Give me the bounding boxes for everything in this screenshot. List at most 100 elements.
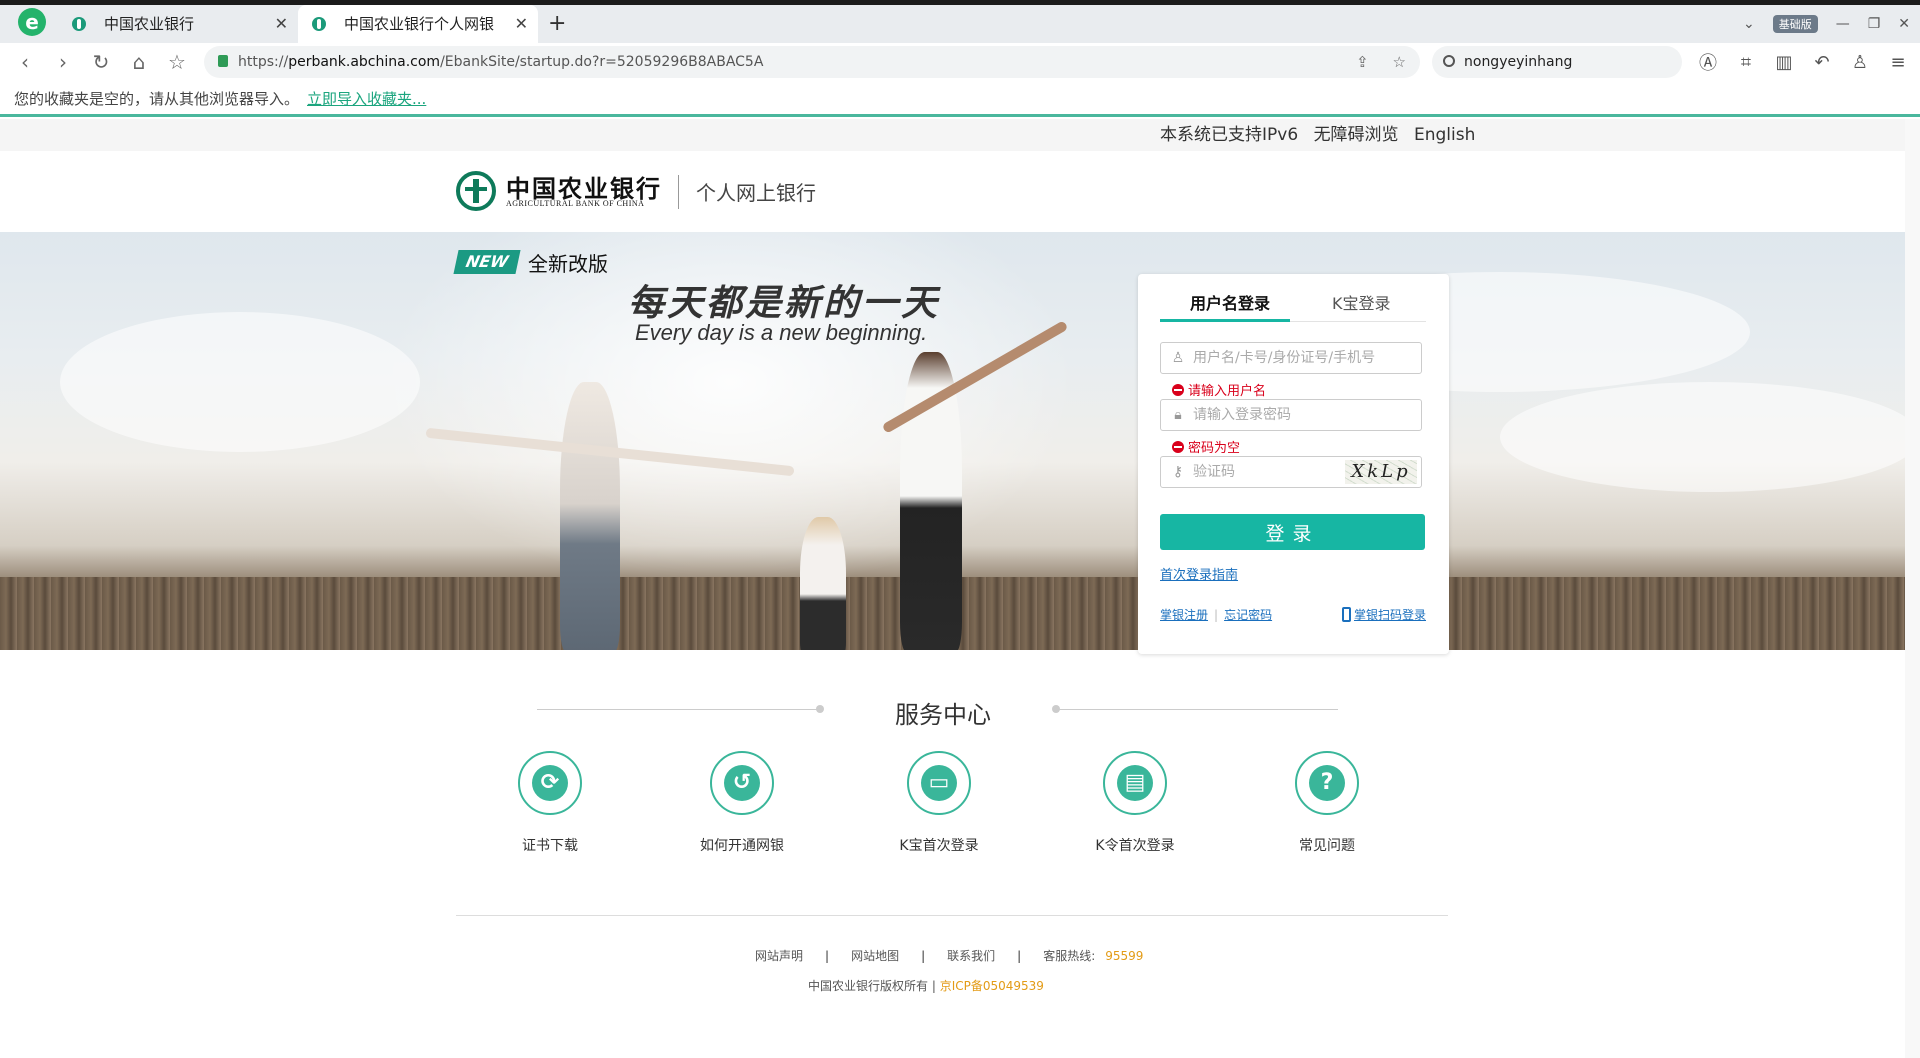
minimize-icon[interactable]: — (1836, 16, 1850, 32)
ipv6-notice: 本系统已支持IPv6 (1160, 125, 1299, 145)
footer-links: 网站声明 | 网站地图 | 联系我们 | 客服热线: 95599 (755, 949, 1144, 963)
menu-icon[interactable]: ≡ (1886, 52, 1910, 73)
captcha-field[interactable]: ⚷ XkLp (1160, 456, 1422, 488)
divider (1058, 709, 1338, 710)
divider (678, 175, 679, 209)
card-icon: ▭ (907, 751, 971, 815)
username-field[interactable]: ♙ (1160, 342, 1422, 374)
scrollbar[interactable] (1905, 119, 1920, 1058)
login-button[interactable]: 登录 (1160, 514, 1425, 550)
hero-banner: NEW 全新改版 每天都是新的一天 Every day is a new beg… (0, 232, 1905, 650)
service-kbao-first-login[interactable]: ▭ K宝首次登录 (879, 751, 999, 855)
divider-dot (816, 705, 824, 713)
chevron-down-icon[interactable]: ⌄ (1743, 16, 1755, 32)
lock-icon (218, 55, 228, 67)
hotline-number: 95599 (1105, 949, 1144, 963)
abc-favicon-icon (312, 17, 326, 31)
sitemap-link[interactable]: 网站地图 (851, 949, 899, 963)
accessible-link[interactable]: 无障碍浏览 (1314, 125, 1399, 145)
slogan-cn: 每天都是新的一天 (628, 282, 941, 324)
service-label: K宝首次登录 (899, 838, 979, 854)
search-icon (1443, 55, 1455, 67)
forward-icon[interactable]: › (50, 49, 76, 75)
captcha-input[interactable] (1193, 457, 1333, 487)
back-icon[interactable]: ‹ (12, 49, 38, 75)
search-value: nongyeyinhang (1464, 54, 1573, 70)
active-tab-indicator (1160, 319, 1290, 322)
mother-figure (560, 382, 620, 650)
username-input[interactable] (1193, 343, 1413, 373)
statement-link[interactable]: 网站声明 (755, 949, 803, 963)
service-faq[interactable]: ? 常见问题 (1267, 751, 1387, 855)
scan-login[interactable]: 掌银扫码登录 (1341, 606, 1426, 623)
refresh-icon: ⟳ (518, 751, 582, 815)
footer-divider (456, 915, 1448, 916)
new-badge: NEW (453, 250, 521, 274)
tab-abc-home[interactable]: 中国农业银行 ✕ (58, 5, 298, 43)
forgot-password-link[interactable]: 忘记密码 (1224, 608, 1272, 622)
contact-link[interactable]: 联系我们 (947, 949, 995, 963)
phone-icon (1341, 607, 1351, 622)
password-input[interactable] (1193, 400, 1413, 430)
search-input[interactable]: nongyeyinhang (1432, 46, 1682, 78)
tab-username-login[interactable]: 用户名登录 (1190, 290, 1270, 314)
url-text[interactable]: https://perbank.abchina.com/EbankSite/st… (238, 46, 763, 78)
browser-tools: Ⓐ ⌗ ▥ ↶ ♙ ≡ (1696, 43, 1910, 81)
english-link[interactable]: English (1414, 125, 1475, 145)
password-field[interactable]: 🔒︎ (1160, 399, 1422, 431)
logo-en-text: AGRICULTURAL BANK OF CHINA (506, 199, 645, 208)
edition-badge[interactable]: 基础版 (1772, 15, 1818, 33)
window-controls: ⌄ 基础版 — ❐ ✕ (1743, 5, 1910, 43)
service-kling-first-login[interactable]: ▤ K令首次登录 (1075, 751, 1195, 855)
browser-logo-icon[interactable]: e (18, 8, 46, 36)
new-tab-button[interactable]: + (548, 5, 566, 43)
scan-login-link[interactable]: 掌银扫码登录 (1354, 608, 1426, 622)
abc-logo-icon (456, 171, 496, 211)
service-label: K令首次登录 (1095, 838, 1175, 854)
tab-abc-perbank[interactable]: 中国农业银行个人网银 ✕ (298, 5, 538, 43)
close-window-icon[interactable]: ✕ (1898, 16, 1910, 32)
import-bookmarks-link[interactable]: 立即导入收藏夹... (307, 90, 426, 108)
user-icon[interactable]: ♙ (1848, 52, 1872, 73)
user-icon: ♙ (1171, 350, 1185, 366)
bookmark-star-icon[interactable]: ☆ (1393, 53, 1406, 71)
token-icon: ▤ (1103, 751, 1167, 815)
service-label: 常见问题 (1299, 838, 1355, 854)
tab-kbao-login[interactable]: K宝登录 (1332, 290, 1391, 314)
home-icon[interactable]: ⌂ (126, 49, 152, 75)
close-icon[interactable]: ✕ (275, 5, 288, 43)
star-icon[interactable]: ☆ (164, 49, 190, 75)
service-label: 证书下载 (522, 838, 578, 854)
cloud (60, 312, 420, 452)
tab-label: 中国农业银行个人网银 (344, 15, 495, 33)
service-open-ebank[interactable]: ↺ 如何开通网银 (682, 751, 802, 855)
divider (537, 709, 823, 710)
first-login-guide-link[interactable]: 首次登录指南 (1160, 564, 1238, 583)
login-footer-links: 掌银注册 | 忘记密码 掌银扫码登录 (1160, 606, 1426, 623)
top-utility-bar: 本系统已支持IPv6 无障碍浏览 English (0, 119, 1905, 151)
address-bar[interactable]: https://perbank.abchina.com/EbankSite/st… (204, 46, 1420, 78)
address-actions: ⇪ ☆ (1356, 46, 1406, 78)
sidebar-icon[interactable]: ▥ (1772, 52, 1796, 73)
close-icon[interactable]: ✕ (515, 5, 528, 43)
lock-icon: 🔒︎ (1174, 407, 1182, 423)
abc-favicon-icon (72, 17, 86, 31)
username-error: 请输入用户名 (1172, 380, 1266, 399)
ai-icon[interactable]: Ⓐ (1696, 49, 1720, 75)
crop-icon[interactable]: ⌗ (1734, 52, 1758, 73)
key-icon: ⚷ (1172, 464, 1184, 480)
password-error: 密码为空 (1172, 437, 1240, 456)
icp-link[interactable]: 京ICP备05049539 (940, 979, 1044, 993)
login-tabs: 用户名登录 K宝登录 (1160, 274, 1426, 322)
share-icon[interactable]: ⇪ (1356, 53, 1369, 71)
login-panel: 用户名登录 K宝登录 ♙ 请输入用户名 🔒︎ 密码为空 ⚷ XkLp 登录 首次… (1138, 274, 1449, 654)
question-icon: ? (1295, 751, 1359, 815)
register-link[interactable]: 掌银注册 (1160, 608, 1208, 622)
undo-icon[interactable]: ↶ (1810, 52, 1834, 73)
service-cert-download[interactable]: ⟳ 证书下载 (490, 751, 610, 855)
copyright-text: 中国农业银行版权所有 (808, 979, 929, 993)
captcha-image[interactable]: XkLp (1345, 460, 1417, 484)
reload-icon[interactable]: ↻ (88, 49, 114, 75)
tab-label: 中国农业银行 (104, 15, 195, 33)
restore-icon[interactable]: ❐ (1868, 16, 1881, 32)
